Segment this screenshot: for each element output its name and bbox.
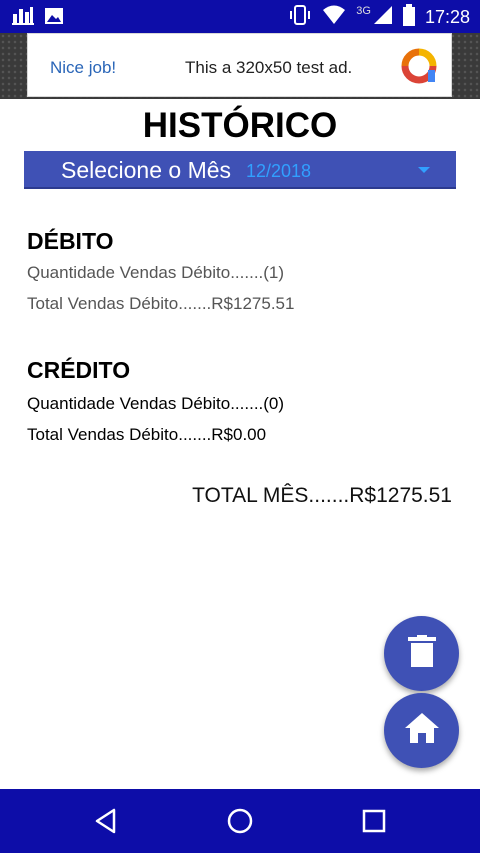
delete-button[interactable] bbox=[384, 616, 459, 691]
signal-icon bbox=[373, 5, 393, 30]
adchoices-logo-icon bbox=[401, 48, 437, 84]
page-title: HISTÓRICO bbox=[142, 106, 338, 145]
network-type: 3G bbox=[356, 5, 371, 17]
vibrate-icon bbox=[288, 4, 312, 30]
debito-heading: DÉBITO bbox=[27, 228, 114, 254]
battery-icon bbox=[402, 3, 415, 31]
month-selector-label: Selecione o Mês bbox=[61, 157, 232, 183]
back-icon[interactable] bbox=[92, 807, 120, 835]
trash-icon bbox=[407, 635, 436, 672]
chart-icon bbox=[12, 6, 34, 31]
credito-heading: CRÉDITO bbox=[27, 357, 131, 383]
month-selector[interactable]: Selecione o Mês 12/2018 bbox=[24, 151, 456, 189]
credito-quantidade: Quantidade Vendas Débito.......(0) bbox=[27, 394, 285, 413]
recents-icon[interactable] bbox=[360, 807, 388, 835]
ad-banner[interactable]: Nice job! This a 320x50 test ad. bbox=[27, 33, 452, 97]
wifi-icon bbox=[322, 5, 346, 30]
image-icon bbox=[44, 6, 64, 31]
credito-total: Total Vendas Débito.......R$0.00 bbox=[27, 425, 267, 444]
total-month: TOTAL MÊS.......R$1275.51 bbox=[192, 484, 452, 507]
home-icon bbox=[404, 713, 439, 748]
status-bar: 3G 17:28 bbox=[0, 0, 480, 33]
dropdown-arrow-icon[interactable] bbox=[418, 167, 430, 173]
month-selector-value[interactable]: 12/2018 bbox=[246, 161, 311, 182]
debito-total: Total Vendas Débito.......R$1275.51 bbox=[27, 294, 295, 313]
ad-text: This a 320x50 test ad. bbox=[185, 58, 353, 77]
home-button[interactable] bbox=[384, 693, 459, 768]
navigation-bar bbox=[0, 789, 480, 853]
home-circle-icon[interactable] bbox=[226, 807, 254, 835]
ad-container: Nice job! This a 320x50 test ad. bbox=[0, 33, 480, 99]
debito-quantidade: Quantidade Vendas Débito.......(1) bbox=[27, 263, 285, 282]
ad-title: Nice job! bbox=[50, 58, 117, 77]
status-time: 17:28 bbox=[424, 6, 470, 27]
